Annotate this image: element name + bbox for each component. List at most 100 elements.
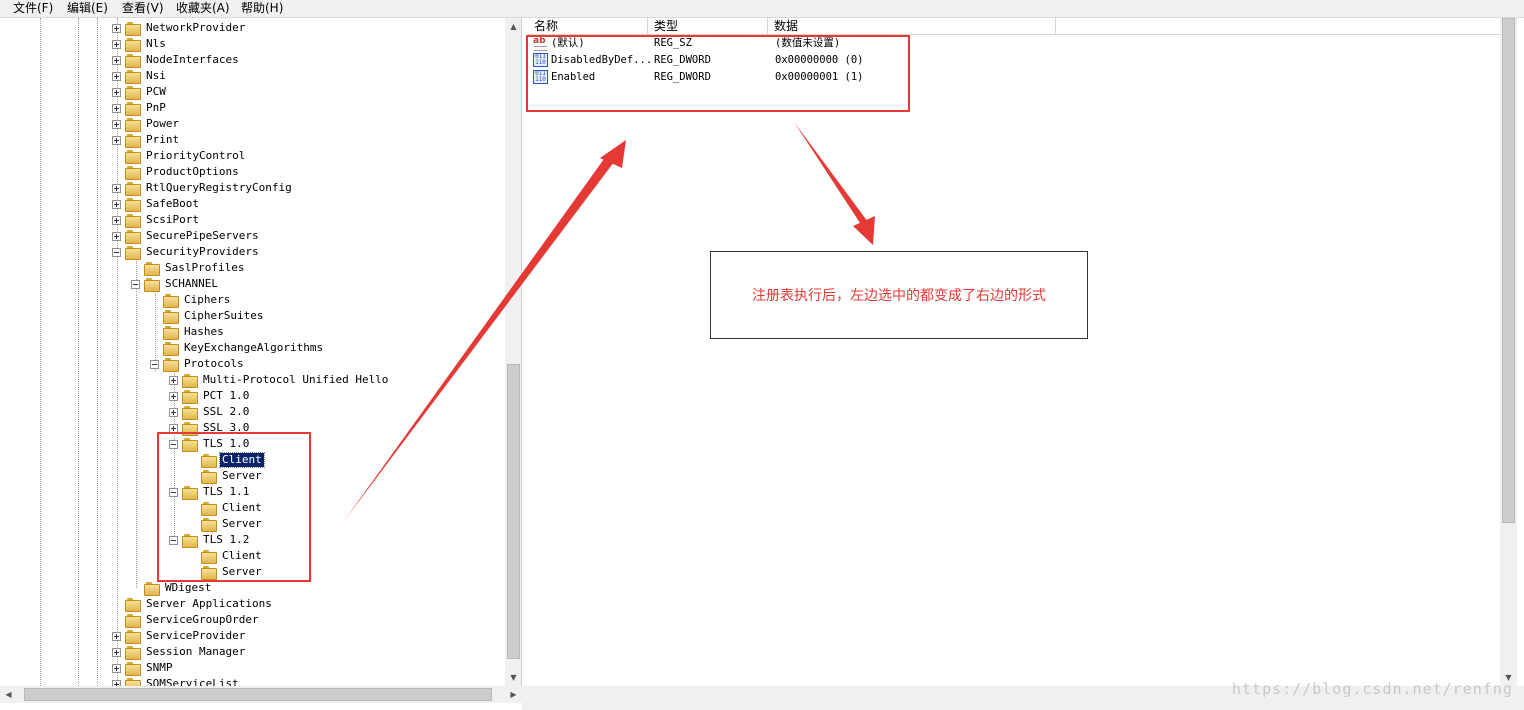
tree-node[interactable]: Hashes — [150, 324, 226, 340]
menu-file[interactable]: 文件(F) — [13, 1, 53, 16]
folder-icon — [125, 182, 141, 196]
tree-node-label: PnP — [146, 101, 166, 114]
tree-node-label: SecurityProviders — [146, 245, 259, 258]
watermark: https://blog.csdn.net/renfng — [1232, 680, 1513, 698]
tree-node[interactable]: SecurePipeServers — [112, 228, 261, 244]
tree-node-label: Nsi — [146, 69, 166, 82]
tree-node-label: ProductOptions — [146, 165, 239, 178]
annotation-note-text: 注册表执行后，左边选中的都变成了右边的形式 — [752, 288, 1046, 304]
folder-icon — [125, 614, 141, 628]
scroll-down-arrow-icon[interactable]: ▼ — [505, 669, 521, 686]
tree-node-label: Server Applications — [146, 597, 272, 610]
tree-node[interactable]: ServiceGroupOrder — [112, 612, 261, 628]
expand-plus-icon[interactable] — [169, 375, 178, 385]
tree-node[interactable]: SecurityProviders — [112, 244, 261, 260]
expand-plus-icon[interactable] — [112, 55, 121, 65]
expand-plus-icon[interactable] — [112, 135, 121, 145]
column-header-type[interactable]: 类型 — [648, 18, 768, 35]
tree-node[interactable]: SaslProfiles — [131, 260, 246, 276]
tree-horizontal-scrollbar[interactable]: ◀ ▶ — [0, 686, 522, 703]
menu-bar: 文件(F) 编辑(E) 查看(V) 收藏夹(A) 帮助(H) — [0, 0, 1524, 18]
tree-node-label: ScsiPort — [146, 213, 199, 226]
tree-node[interactable]: SSL 2.0 — [169, 404, 251, 420]
tree-node[interactable]: Multi-Protocol Unified Hello — [169, 372, 390, 388]
expand-plus-icon[interactable] — [112, 631, 121, 641]
folder-icon — [125, 134, 141, 148]
tree-node-label: SSL 2.0 — [203, 405, 250, 418]
list-vertical-scrollbar[interactable]: ▼ — [1500, 18, 1517, 686]
tree-node[interactable]: Nls — [112, 36, 168, 52]
tree-node[interactable]: Protocols — [150, 356, 246, 372]
tree-node[interactable]: SafeBoot — [112, 196, 201, 212]
collapse-minus-icon[interactable] — [112, 247, 121, 257]
tree-node[interactable]: PnP — [112, 100, 168, 116]
tree-node[interactable]: KeyExchangeAlgorithms — [150, 340, 325, 356]
expand-plus-icon[interactable] — [112, 87, 121, 97]
tree-node[interactable]: ServiceProvider — [112, 628, 247, 644]
menu-edit[interactable]: 编辑(E) — [67, 1, 108, 16]
tree-node-label: RtlQueryRegistryConfig — [146, 181, 292, 194]
tree-node[interactable]: PriorityControl — [112, 148, 247, 164]
collapse-minus-icon[interactable] — [131, 279, 140, 289]
expand-plus-icon[interactable] — [112, 647, 121, 657]
expand-plus-icon[interactable] — [112, 119, 121, 129]
tree-node[interactable]: Nsi — [112, 68, 168, 84]
tree-node[interactable]: PCW — [112, 84, 168, 100]
tree-node[interactable]: Print — [112, 132, 181, 148]
expand-plus-icon[interactable] — [112, 183, 121, 193]
tree-node-label: WDigest — [165, 581, 212, 594]
expand-plus-icon[interactable] — [169, 407, 178, 417]
folder-icon — [144, 262, 160, 276]
menu-view[interactable]: 查看(V) — [122, 1, 164, 16]
tree-node[interactable]: CipherSuites — [150, 308, 265, 324]
tree-node[interactable]: ProductOptions — [112, 164, 241, 180]
scroll-left-arrow-icon[interactable]: ◀ — [0, 686, 17, 703]
expand-plus-icon[interactable] — [112, 23, 121, 33]
tree-node-label: SafeBoot — [146, 197, 199, 210]
tree-node-label: SNMP — [146, 661, 173, 674]
expand-plus-icon[interactable] — [112, 71, 121, 81]
tree-hscroll-thumb[interactable] — [24, 688, 492, 701]
tree-vertical-scrollbar[interactable]: ▲ ▼ — [505, 18, 521, 686]
tree-node[interactable]: Power — [112, 116, 181, 132]
tree-node[interactable]: SQMServiceList — [112, 676, 241, 686]
tree-scroll-thumb[interactable] — [507, 364, 520, 659]
folder-icon — [125, 166, 141, 180]
tree-node[interactable]: RtlQueryRegistryConfig — [112, 180, 294, 196]
expand-plus-icon[interactable] — [112, 663, 121, 673]
tree-node[interactable]: Server Applications — [112, 596, 274, 612]
folder-icon — [163, 310, 179, 324]
scroll-right-arrow-icon[interactable]: ▶ — [505, 686, 522, 703]
tree-node[interactable]: Session Manager — [112, 644, 247, 660]
tree-guide-line — [78, 18, 79, 686]
expand-plus-icon[interactable] — [112, 39, 121, 49]
tree-node-label: Nls — [146, 37, 166, 50]
expand-plus-icon[interactable] — [112, 231, 121, 241]
tree-node[interactable]: NetworkProvider — [112, 20, 247, 36]
column-header-data[interactable]: 数据 — [768, 18, 1056, 35]
menu-favorites[interactable]: 收藏夹(A) — [176, 1, 230, 16]
scroll-up-arrow-icon[interactable]: ▲ — [505, 18, 521, 35]
expand-plus-icon[interactable] — [112, 199, 121, 209]
tree-node[interactable]: Ciphers — [150, 292, 232, 308]
expand-plus-icon[interactable] — [112, 215, 121, 225]
folder-icon — [125, 598, 141, 612]
list-scroll-thumb[interactable] — [1502, 18, 1515, 523]
tree-node[interactable]: NodeInterfaces — [112, 52, 241, 68]
folder-icon — [144, 278, 160, 292]
folder-icon — [125, 150, 141, 164]
expand-plus-icon[interactable] — [169, 391, 178, 401]
tree-node[interactable]: ScsiPort — [112, 212, 201, 228]
collapse-minus-icon[interactable] — [150, 359, 159, 369]
folder-icon — [182, 406, 198, 420]
tree-node-label: Protocols — [184, 357, 244, 370]
expand-plus-icon[interactable] — [112, 103, 121, 113]
tree-node[interactable]: SNMP — [112, 660, 175, 676]
tree-node[interactable]: PCT 1.0 — [169, 388, 251, 404]
tree-node[interactable]: WDigest — [131, 580, 213, 596]
column-header-name[interactable]: 名称 — [528, 18, 648, 35]
menu-help[interactable]: 帮助(H) — [241, 1, 283, 16]
tree-node[interactable]: SCHANNEL — [131, 276, 220, 292]
folder-icon — [125, 246, 141, 260]
